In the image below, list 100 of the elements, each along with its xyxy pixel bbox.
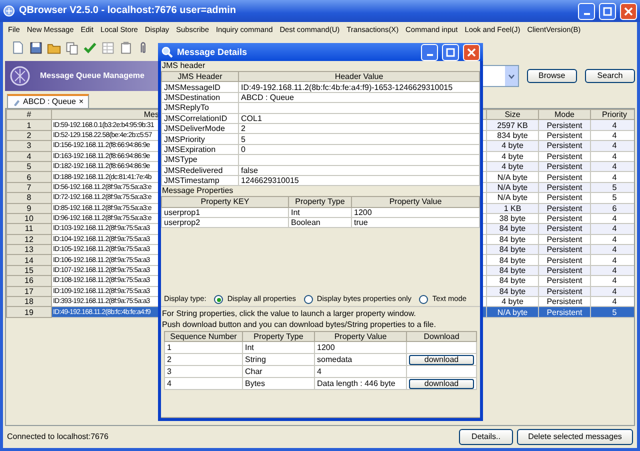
toolbar-button[interactable]: Search [584,69,636,83]
column-header[interactable]: Download [406,332,476,342]
close-button[interactable] [463,44,480,60]
radio-button[interactable] [419,295,428,304]
table-cell: false [238,165,480,176]
row-number: 7 [6,182,52,193]
table-cell: userprop1 [162,207,288,218]
table-cell: 5 [238,134,480,144]
table-cell: 0 [238,144,480,155]
maximize-button[interactable] [599,2,616,20]
table-cell: 1246629310015 [238,175,480,186]
table-cell: 4 [164,378,242,390]
section-label: Message Properties [161,186,234,196]
row-number: 12 [6,234,52,245]
maximize-icon [603,6,612,16]
app-icon [3,5,15,17]
table-cell: Char [242,366,314,378]
table-cell: Int [242,342,314,354]
maximize-icon [446,48,455,56]
paperclip-icon [12,98,20,106]
column-header[interactable]: Header Value [238,72,480,82]
row-number: 17 [6,286,52,297]
table-cell: JMSPriority [162,134,238,144]
save-icon[interactable] [29,41,43,55]
row-number: 11 [6,224,52,234]
column-header[interactable]: Property KEY [162,196,288,208]
row-number: 8 [6,192,52,204]
column-header[interactable]: Size [486,110,538,120]
download-button[interactable]: download [409,378,474,389]
tab[interactable]: ABCD : Queue × [7,94,89,108]
close-icon [624,6,633,16]
check-icon[interactable] [83,41,97,55]
minimize-button[interactable] [421,44,438,60]
row-number: 1 [6,120,52,130]
column-header[interactable]: Mode [538,110,590,120]
logo-icon [10,66,30,86]
status-button[interactable]: Details.. [459,429,513,445]
column-header[interactable]: JMS Header [162,72,238,82]
table-cell: JMSCorrelationID [162,113,238,124]
column-header[interactable]: Sequence Number [164,332,242,342]
table-cell: ABCD : Queue [238,92,480,103]
table-cell: Bytes [242,378,314,390]
close-button[interactable] [620,2,637,20]
maximize-button[interactable] [442,44,459,60]
table-cell: somedata [314,354,406,366]
close-icon [467,48,476,56]
column-header[interactable]: Property Type [288,196,352,208]
row-number: 13 [6,244,52,255]
document-icon[interactable] [11,41,25,55]
copy-icon[interactable] [65,41,79,55]
row-number: 14 [6,254,52,266]
table-cell: 2 [238,123,480,134]
row-number: 5 [6,161,52,172]
radio-button[interactable] [214,295,224,304]
minimize-button[interactable] [578,2,595,20]
table-cell: true [352,218,480,228]
section-label: JMS header [161,61,206,71]
column-header[interactable]: Property Value [314,332,406,342]
tab-close[interactable]: × [78,97,84,107]
hint-text: Push download button and you can download bytes/String properties to a file. [161,320,437,331]
table-cell: 1200 [314,342,406,354]
column-header[interactable]: Priority [590,110,634,120]
folder-icon[interactable] [47,41,61,55]
table-cell: JMSTimestamp [162,175,238,186]
table-cell: JMSType [162,154,238,166]
table-cell: COL1 [238,113,480,124]
column-header[interactable]: Property Type [242,332,314,342]
column-header[interactable]: Property Value [352,196,480,208]
column-header[interactable]: # [6,110,52,120]
table-cell: ID:49-192.168.11.2(8b:fc:4b:fe:a4:f9)-1653-1246629310015 [238,82,480,92]
table-cell: 1 [164,342,242,354]
clipboard-icon[interactable] [119,41,133,55]
radio-button[interactable] [304,295,313,304]
row-number: 3 [6,140,52,152]
row-number: 10 [6,213,52,224]
table-cell: JMSDestination [162,92,238,103]
row-number: 16 [6,276,52,286]
row-number: 2 [6,130,52,141]
row-number: 19 [6,306,52,318]
row-number: 18 [6,296,52,307]
toolbar-button[interactable]: Browse [526,69,577,83]
table-cell: 1200 [352,207,480,218]
hint-text: For String properties, click the value to launch a larger property window. [161,309,417,320]
table-cell: JMSMessageID [162,82,238,92]
chevron-icon [508,74,515,78]
table-cell: JMSReplyTo [162,102,238,114]
row-number: 15 [6,265,52,276]
row-number: 6 [6,172,52,182]
table-icon[interactable] [101,41,115,55]
download-button[interactable]: download [409,354,474,365]
minimize-icon [584,13,590,15]
table-cell: Data length : 446 byte [314,378,406,390]
status-button[interactable]: Delete selected messages [517,429,633,445]
table-cell: JMSDeliverMode [162,123,238,134]
minimize-icon [426,54,432,56]
row-number: 4 [6,151,52,162]
window-title: Message Details [177,46,248,58]
table-cell: JMSRedelivered [162,165,238,176]
table-cell: 4 [314,366,406,378]
table-cell: 3 [164,366,242,378]
